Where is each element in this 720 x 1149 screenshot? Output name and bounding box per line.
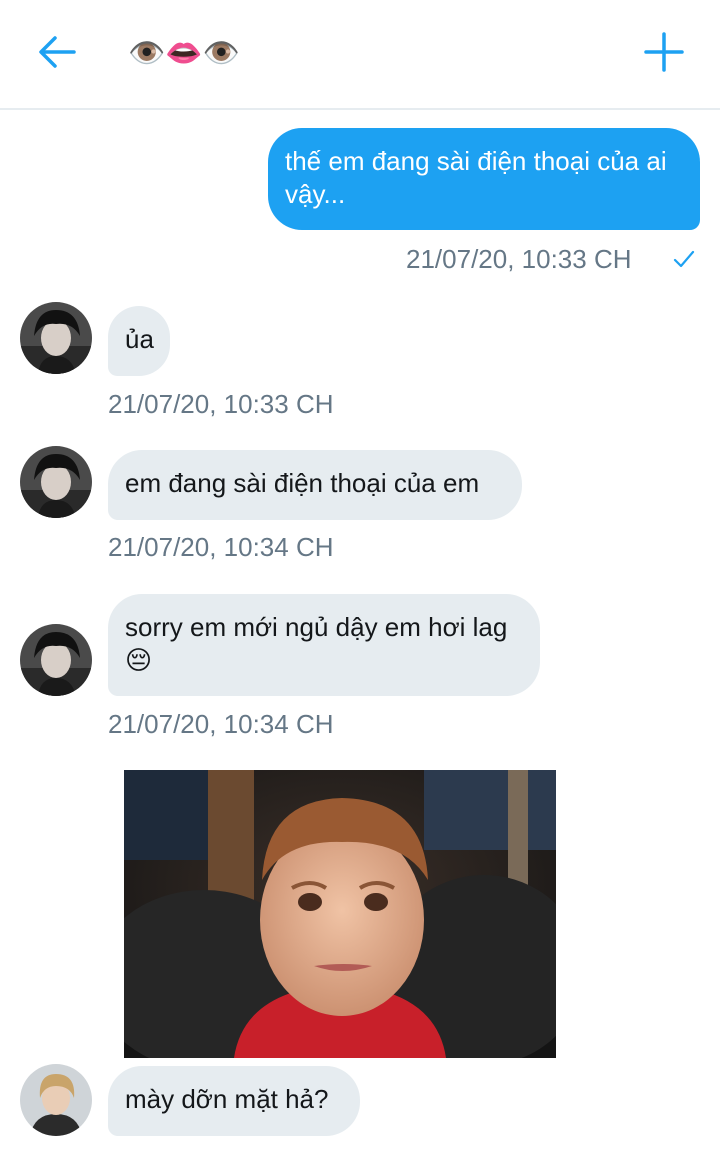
arrow-left-icon [39,36,76,68]
message-bubble-incoming[interactable]: ủa [108,306,170,376]
message-bubble-incoming[interactable]: mày dỡn mặt hả? [108,1066,360,1136]
avatar[interactable] [20,446,92,518]
conversation-title[interactable]: 👁️👄👁️ [128,34,240,74]
avatar[interactable] [20,1064,92,1136]
new-message-button[interactable] [642,30,686,74]
message-image[interactable] [124,770,556,1058]
message-bubble-incoming[interactable]: em đang sài điện thoại của em [108,450,522,520]
message-bubble-outgoing[interactable]: thế em đang sài điện thoại của ai vậy... [268,128,700,230]
message-bubble-incoming[interactable]: sorry em mới ngủ dậy em hơi lag 😔 [108,594,540,696]
back-button[interactable] [36,30,80,74]
plus-icon [644,32,684,72]
message-timestamp: 21/07/20, 10:34 CH [108,532,334,562]
avatar[interactable] [20,302,92,374]
message-timestamp: 21/07/20, 10:33 CH [108,389,334,419]
message-timestamp: 21/07/20, 10:34 CH [108,709,334,739]
message-timestamp: 21/07/20, 10:33 CH [406,244,632,274]
avatar[interactable] [20,624,92,696]
conversation-header: 👁️👄👁️ [0,0,720,110]
checkmark-icon [673,250,695,268]
